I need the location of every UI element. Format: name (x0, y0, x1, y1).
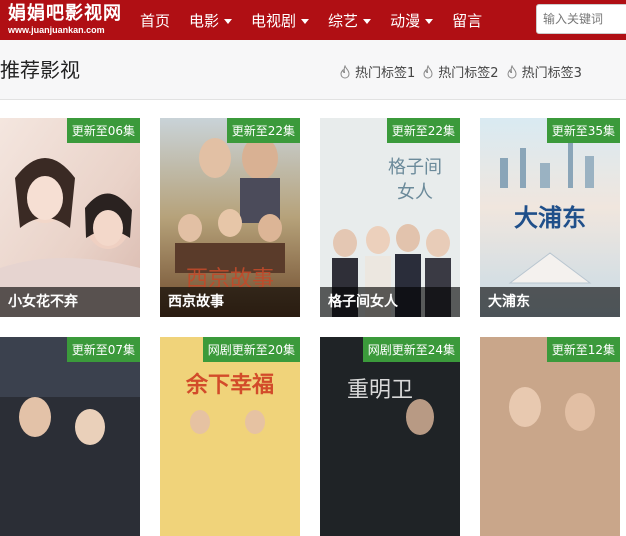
svg-text:大浦东: 大浦东 (514, 203, 586, 232)
video-title: 大浦东 (480, 287, 620, 317)
fire-icon (507, 64, 517, 79)
chevron-down-icon (224, 18, 233, 24)
status-badge: 更新至07集 (66, 337, 140, 362)
svg-text:余下幸福: 余下幸福 (185, 372, 274, 398)
hot-tag-label: 热门标签2 (438, 66, 499, 81)
chevron-down-icon (301, 18, 310, 24)
section-title: 推荐影视 (0, 58, 80, 82)
nav-item-tv-series[interactable]: 电视剧 (251, 10, 310, 31)
video-card[interactable]: 格子间 女人 更新至22集 格子间女人 (320, 118, 460, 317)
nav-item-variety[interactable]: 综艺 (328, 10, 372, 31)
fire-icon (340, 64, 350, 79)
poster-image (0, 337, 140, 536)
chevron-down-icon (425, 18, 434, 24)
status-badge: 更新至22集 (386, 118, 460, 143)
video-card[interactable]: 更新至06集 小女花不弃 (0, 118, 140, 317)
nav-item-anime[interactable]: 动漫 (390, 10, 434, 31)
status-badge: 更新至06集 (66, 118, 140, 143)
main-nav: 首页 电影 电视剧 综艺 动漫 留言 (140, 0, 501, 40)
poster-image (480, 337, 620, 536)
status-badge: 更新至35集 (546, 118, 620, 143)
video-title: 小女花不弃 (0, 287, 140, 317)
status-badge: 网剧更新至20集 (202, 337, 300, 362)
nav-item-movies[interactable]: 电影 (189, 10, 233, 31)
video-card[interactable]: 余下幸福 网剧更新至20集 (160, 337, 300, 536)
nav-item-label: 留言 (452, 11, 483, 30)
svg-text:格子间: 格子间 (388, 157, 442, 178)
hot-tags: 热门标签1 热门标签2 热门标签3 (338, 62, 588, 81)
site-logo[interactable]: 娟娟吧影视网 www.juanjuankan.com (8, 3, 122, 36)
video-card[interactable]: 大浦东 更新至35集 大浦东 (480, 118, 620, 317)
nav-item-label: 首页 (140, 11, 171, 30)
site-logo-title: 娟娟吧影视网 (8, 3, 122, 24)
video-title: 格子间女人 (320, 287, 460, 317)
status-badge: 更新至22集 (226, 118, 300, 143)
video-title: 西京故事 (160, 287, 300, 317)
chevron-down-icon (363, 18, 372, 24)
video-card[interactable]: 更新至12集 (480, 337, 620, 536)
status-badge: 网剧更新至24集 (362, 337, 460, 362)
nav-item-label: 电视剧 (251, 11, 297, 30)
svg-text:重明卫: 重明卫 (347, 378, 413, 403)
nav-item-label: 电影 (189, 11, 220, 30)
video-card[interactable]: 西京故事 更新至22集 西京故事 (160, 118, 300, 317)
hot-tag-label: 热门标签1 (355, 66, 416, 81)
hot-tag-label: 热门标签3 (521, 66, 582, 81)
nav-item-label: 动漫 (390, 11, 421, 30)
video-card[interactable]: 重明卫 网剧更新至24集 (320, 337, 460, 536)
fire-icon (423, 64, 433, 79)
svg-text:女人: 女人 (397, 182, 433, 203)
video-card[interactable]: 更新至07集 (0, 337, 140, 536)
hot-tag-link[interactable]: 热门标签3 (505, 62, 582, 81)
hot-tag-link[interactable]: 热门标签1 (338, 62, 415, 81)
nav-item-label: 综艺 (328, 11, 359, 30)
top-navbar: 娟娟吧影视网 www.juanjuankan.com 首页 电影 电视剧 综艺 … (0, 0, 626, 40)
site-logo-url: www.juanjuankan.com (8, 25, 105, 35)
search-input[interactable] (536, 4, 626, 34)
hot-tag-link[interactable]: 热门标签2 (421, 62, 499, 81)
poster-image: 余下幸福 (160, 337, 300, 536)
nav-item-guestbook[interactable]: 留言 (452, 10, 482, 31)
section-header: 推荐影视 热门标签1 热门标签2 热门标签3 (0, 40, 626, 100)
status-badge: 更新至12集 (546, 337, 620, 362)
poster-image: 重明卫 (320, 337, 460, 536)
nav-item-home[interactable]: 首页 (140, 10, 170, 31)
